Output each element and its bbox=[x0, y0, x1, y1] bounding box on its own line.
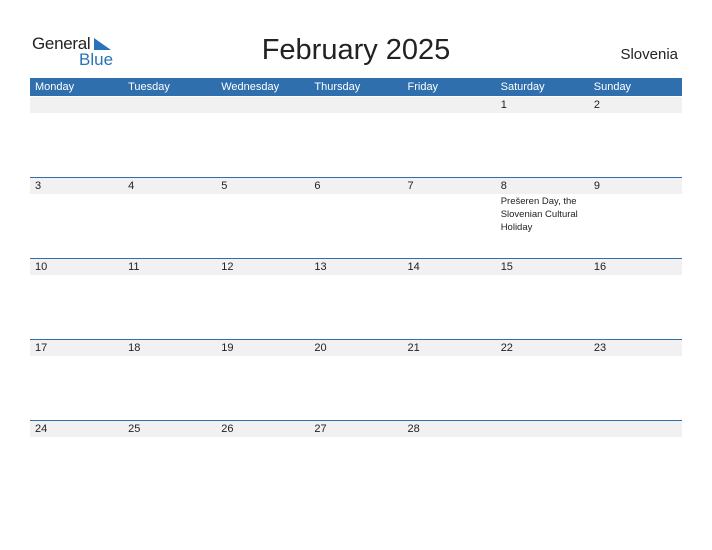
day-number: 21 bbox=[407, 342, 420, 354]
week-row: 17 18 19 20 21 22 23 bbox=[30, 339, 682, 420]
day-cell bbox=[309, 97, 402, 177]
day-number: 25 bbox=[128, 423, 141, 435]
day-number: 16 bbox=[593, 261, 607, 273]
day-cell: 25 bbox=[123, 421, 216, 501]
calendar-title: February 2025 bbox=[261, 34, 451, 66]
day-number: 18 bbox=[128, 342, 141, 354]
weekday-monday: Monday bbox=[35, 81, 75, 93]
weekday-wednesday: Wednesday bbox=[221, 81, 280, 93]
day-number: 11 bbox=[128, 261, 140, 273]
day-number: 19 bbox=[221, 342, 234, 354]
day-cell: 1 bbox=[496, 97, 589, 177]
day-cell: 18 bbox=[123, 340, 216, 420]
day-cell bbox=[589, 421, 682, 501]
day-cell: 2 bbox=[589, 97, 682, 177]
day-number: 10 bbox=[35, 261, 48, 273]
day-cell: 8 Prešeren Day, the Slovenian Cultural Ho… bbox=[496, 178, 589, 258]
holiday-event: Prešeren Day, the Slovenian Cultural Hol… bbox=[500, 196, 578, 233]
day-cell: 14 bbox=[403, 259, 496, 339]
day-cell: 4 bbox=[123, 178, 216, 258]
day-number: 2 bbox=[593, 99, 600, 111]
day-cell: 5 bbox=[216, 178, 309, 258]
day-cell: 24 bbox=[30, 421, 123, 501]
week-row: 12 bbox=[30, 97, 682, 178]
day-cell: 26 bbox=[216, 421, 309, 501]
day-number: 12 bbox=[221, 261, 234, 273]
day-number: 5 bbox=[221, 180, 228, 192]
week-row: 24 25 26 27 28 bbox=[30, 420, 682, 501]
day-number: 27 bbox=[314, 423, 327, 435]
day-number: 6 bbox=[314, 180, 321, 192]
day-cell: 21 bbox=[403, 340, 496, 420]
day-number: 17 bbox=[35, 342, 48, 354]
day-cell: 13 bbox=[309, 259, 402, 339]
day-cell: 20 bbox=[309, 340, 402, 420]
day-cell: 23 bbox=[589, 340, 682, 420]
day-number: 8 bbox=[500, 180, 507, 192]
day-cell: 28 bbox=[403, 421, 496, 501]
day-cell: 11 bbox=[123, 259, 216, 339]
country-label: Slovenia bbox=[620, 46, 678, 63]
day-number: 23 bbox=[593, 342, 607, 354]
day-cell bbox=[30, 97, 123, 177]
weekday-header: Monday Tuesday Wednesday Thursday Friday… bbox=[30, 78, 682, 96]
day-cell: 15 bbox=[496, 259, 589, 339]
day-cell bbox=[496, 421, 589, 501]
day-number: 9 bbox=[593, 180, 600, 192]
day-number: 28 bbox=[407, 423, 420, 435]
day-cell: 7 bbox=[403, 178, 496, 258]
day-number: 20 bbox=[314, 342, 327, 354]
day-cell: 10 bbox=[30, 259, 123, 339]
weekday-saturday: Saturday bbox=[500, 81, 545, 93]
day-cell: 17 bbox=[30, 340, 123, 420]
day-cell: 19 bbox=[216, 340, 309, 420]
day-cell: 16 bbox=[589, 259, 682, 339]
day-cell: 12 bbox=[216, 259, 309, 339]
day-cell bbox=[216, 97, 309, 177]
day-cell: 3 bbox=[30, 178, 123, 258]
day-number: 15 bbox=[500, 261, 513, 273]
day-cell: 6 bbox=[309, 178, 402, 258]
day-number: 14 bbox=[407, 261, 420, 273]
day-number: 4 bbox=[128, 180, 135, 192]
day-number: 13 bbox=[314, 261, 327, 273]
week-row: 10 11 12 13 14 15 16 bbox=[30, 258, 682, 339]
day-number: 7 bbox=[407, 180, 414, 192]
day-cell bbox=[403, 97, 496, 177]
weekday-thursday: Thursday bbox=[314, 81, 361, 93]
day-cell: 9 bbox=[589, 178, 682, 258]
day-cell: 22 bbox=[496, 340, 589, 420]
weekday-tuesday: Tuesday bbox=[128, 81, 170, 93]
day-cell bbox=[123, 97, 216, 177]
week-row: 3 4 5 6 7 8 Prešeren Day, the Slovenian Cultur… bbox=[30, 177, 682, 258]
day-number: 3 bbox=[35, 180, 42, 192]
weekday-friday: Friday bbox=[407, 81, 439, 93]
day-number: 24 bbox=[35, 423, 48, 435]
day-number: 1 bbox=[500, 99, 507, 111]
day-number: 22 bbox=[500, 342, 513, 354]
day-cell: 27 bbox=[309, 421, 402, 501]
day-number: 26 bbox=[221, 423, 234, 435]
weekday-sunday: Sunday bbox=[593, 81, 632, 93]
